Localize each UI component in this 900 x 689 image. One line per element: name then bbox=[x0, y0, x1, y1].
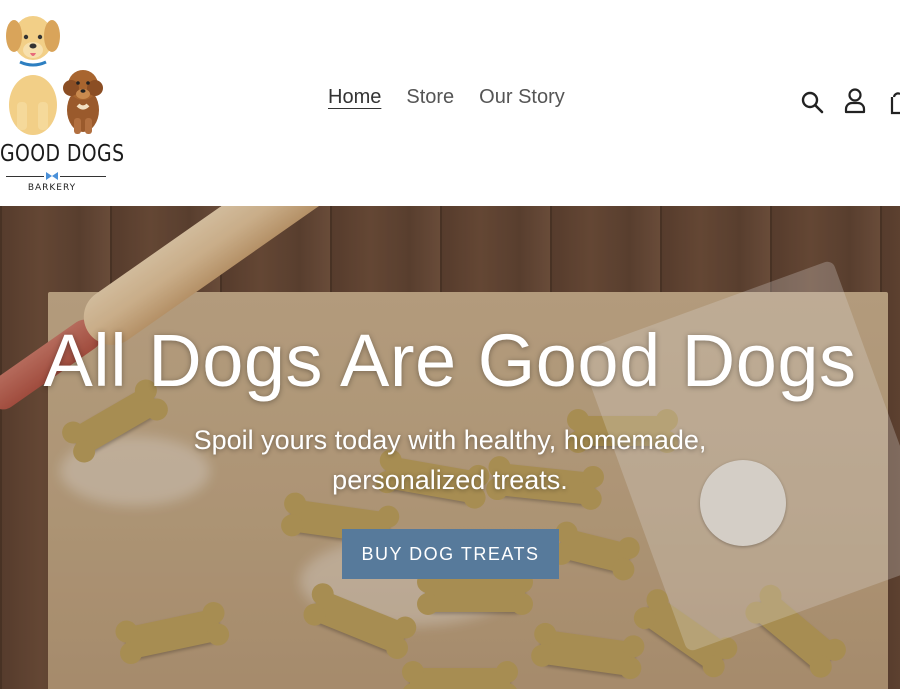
main-nav: Home Store Our Story bbox=[328, 86, 565, 109]
site-header: GOOD DOGS BARKERY Home Store Our Story bbox=[0, 0, 900, 206]
cart-icon[interactable] bbox=[890, 89, 900, 115]
nav-item-home[interactable]: Home bbox=[328, 86, 381, 109]
search-icon[interactable] bbox=[800, 90, 824, 114]
hero-title: All Dogs Are Good Dogs bbox=[43, 319, 857, 402]
hero-subtitle: Spoil yours today with healthy, homemade… bbox=[193, 425, 707, 495]
hero-banner: All Dogs Are Good Dogs Spoil yours today… bbox=[0, 206, 900, 689]
logo-divider bbox=[6, 176, 44, 177]
logo-divider bbox=[60, 176, 106, 177]
bow-tie-icon bbox=[46, 172, 58, 180]
buy-dog-treats-button[interactable]: BUY DOG TREATS bbox=[342, 529, 559, 579]
nav-item-store[interactable]: Store bbox=[406, 86, 454, 109]
account-icon[interactable] bbox=[844, 88, 866, 114]
nav-item-our-story[interactable]: Our Story bbox=[479, 86, 565, 109]
logo[interactable]: GOOD DOGS BARKERY bbox=[0, 10, 125, 193]
logo-tagline: BARKERY bbox=[27, 183, 77, 193]
logo-wordmark: GOOD DOGS bbox=[0, 141, 125, 167]
dogs-illustration-icon bbox=[6, 16, 103, 135]
